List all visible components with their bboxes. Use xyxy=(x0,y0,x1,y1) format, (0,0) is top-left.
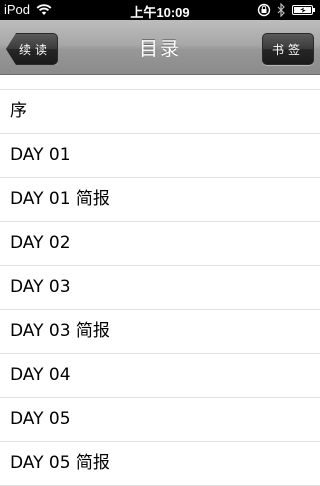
toc-list: 序 DAY 01 DAY 01 简报 DAY 02 DAY 03 DAY 03 … xyxy=(0,89,320,486)
bookmarks-button[interactable]: 书签 xyxy=(262,33,314,65)
toc-item[interactable]: DAY 05 xyxy=(0,398,320,442)
bluetooth-icon xyxy=(277,2,286,20)
status-bar: iPod 上午10:09 xyxy=(0,0,320,20)
navigation-bar: 续读 目录 书签 xyxy=(0,20,320,75)
toc-item[interactable]: DAY 03 简报 xyxy=(0,310,320,354)
toc-item[interactable]: DAY 02 xyxy=(0,222,320,266)
toc-item[interactable]: DAY 01 xyxy=(0,134,320,178)
orientation-lock-icon xyxy=(257,3,271,20)
toc-item[interactable]: 序 xyxy=(0,90,320,134)
status-right xyxy=(251,2,316,20)
toc-item[interactable]: DAY 04 xyxy=(0,354,320,398)
toc-item[interactable]: DAY 01 简报 xyxy=(0,178,320,222)
battery-icon xyxy=(292,4,316,19)
toc-item[interactable]: DAY 05 简报 xyxy=(0,442,320,486)
toc-item[interactable]: DAY 03 xyxy=(0,266,320,310)
